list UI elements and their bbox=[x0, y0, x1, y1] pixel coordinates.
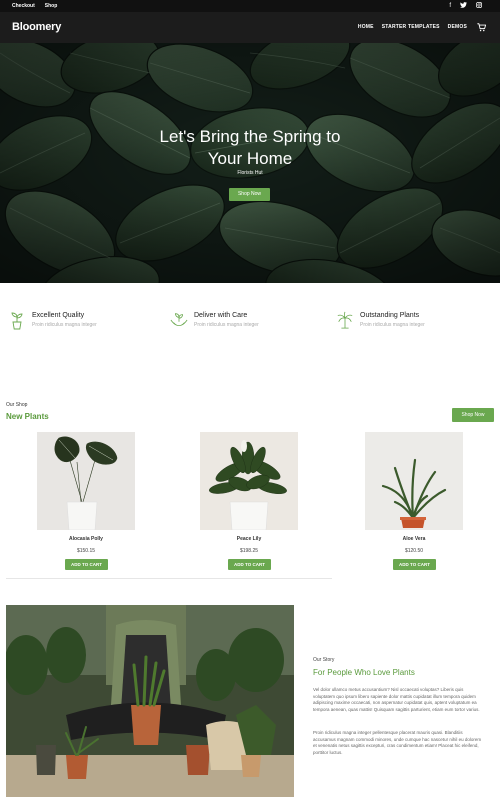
feature-deliver-with-care: Deliver with Care Proin ridiculus magna … bbox=[170, 310, 320, 340]
hero-subtitle: Florists Hut bbox=[237, 170, 263, 176]
feature-title: Outstanding Plants bbox=[360, 312, 420, 319]
social-links: f bbox=[449, 2, 482, 11]
product-name[interactable]: Alocasia Polly bbox=[37, 536, 135, 542]
facebook-icon[interactable]: f bbox=[449, 2, 451, 11]
cart-icon[interactable] bbox=[477, 23, 486, 32]
product-image-peace-lily[interactable] bbox=[200, 432, 298, 530]
site-header: Bloomery HOME STARTER TEMPLATES DEMOS bbox=[0, 12, 500, 43]
top-links: Checkout Shop bbox=[12, 2, 57, 10]
product-image-alocasia[interactable] bbox=[37, 432, 135, 530]
checkout-link[interactable]: Checkout bbox=[12, 2, 35, 10]
product-price: $198.25 bbox=[239, 548, 259, 554]
hero-title-line1: Let's Bring the Spring to bbox=[159, 127, 341, 146]
shop-link[interactable]: Shop bbox=[45, 2, 58, 10]
nav-demos[interactable]: DEMOS bbox=[448, 24, 467, 30]
hero-title: Let's Bring the Spring to Your Home bbox=[0, 126, 500, 170]
shop-now-button[interactable]: Shop Now bbox=[452, 408, 494, 422]
palm-tree-icon bbox=[337, 311, 353, 329]
nav-starter-templates[interactable]: STARTER TEMPLATES bbox=[382, 24, 440, 30]
shop-section-label: Our Shop bbox=[6, 402, 28, 408]
feature-subtitle: Proin ridiculus magna integer bbox=[360, 322, 425, 328]
site-logo[interactable]: Bloomery bbox=[12, 21, 61, 33]
feature-subtitle: Proin ridiculus magna integer bbox=[194, 322, 259, 328]
hero-title-line2: Your Home bbox=[207, 149, 293, 168]
story-section-title: For People Who Love Plants bbox=[313, 668, 415, 677]
hero-banner: Let's Bring the Spring to Your Home Flor… bbox=[0, 43, 500, 283]
feature-excellent-quality: Excellent Quality Proin ridiculus magna … bbox=[8, 310, 158, 340]
product-name[interactable]: Peace Lily bbox=[200, 536, 298, 542]
feature-outstanding-plants: Outstanding Plants Proin ridiculus magna… bbox=[336, 310, 486, 340]
main-nav: HOME STARTER TEMPLATES DEMOS bbox=[358, 24, 467, 30]
potted-plant-icon bbox=[11, 312, 23, 330]
product-image-aloe-vera[interactable] bbox=[365, 432, 463, 530]
add-to-cart-button[interactable]: ADD TO CART bbox=[228, 559, 271, 570]
shop-section-title: New Plants bbox=[6, 412, 49, 421]
add-to-cart-button[interactable]: ADD TO CART bbox=[65, 559, 108, 570]
section-divider bbox=[6, 578, 332, 579]
feature-title: Excellent Quality bbox=[32, 312, 85, 319]
product-price: $120.50 bbox=[404, 548, 424, 554]
instagram-icon[interactable] bbox=[476, 2, 482, 11]
twitter-icon[interactable] bbox=[460, 2, 467, 11]
story-section-label: Our Story bbox=[313, 657, 335, 663]
add-to-cart-button[interactable]: ADD TO CART bbox=[393, 559, 436, 570]
story-paragraph-2: Proin ridiculus magna integer pellentesq… bbox=[313, 730, 482, 755]
feature-subtitle: Proin ridiculus magna integer bbox=[32, 322, 97, 328]
hands-plant-icon bbox=[170, 313, 188, 326]
product-price: $150.15 bbox=[76, 548, 96, 554]
product-name[interactable]: Aloe Vera bbox=[365, 536, 463, 542]
story-paragraph-1: Vel dolor ullamco metus accusantium? Nis… bbox=[313, 687, 480, 712]
features-row: Excellent Quality Proin ridiculus magna … bbox=[0, 310, 500, 350]
hero-shop-now-button[interactable]: Shop Now bbox=[229, 188, 270, 201]
feature-title: Deliver with Care bbox=[194, 312, 248, 319]
top-utility-bar: Checkout Shop f bbox=[0, 0, 500, 12]
story-gardener-image bbox=[6, 605, 294, 797]
nav-home[interactable]: HOME bbox=[358, 24, 374, 30]
